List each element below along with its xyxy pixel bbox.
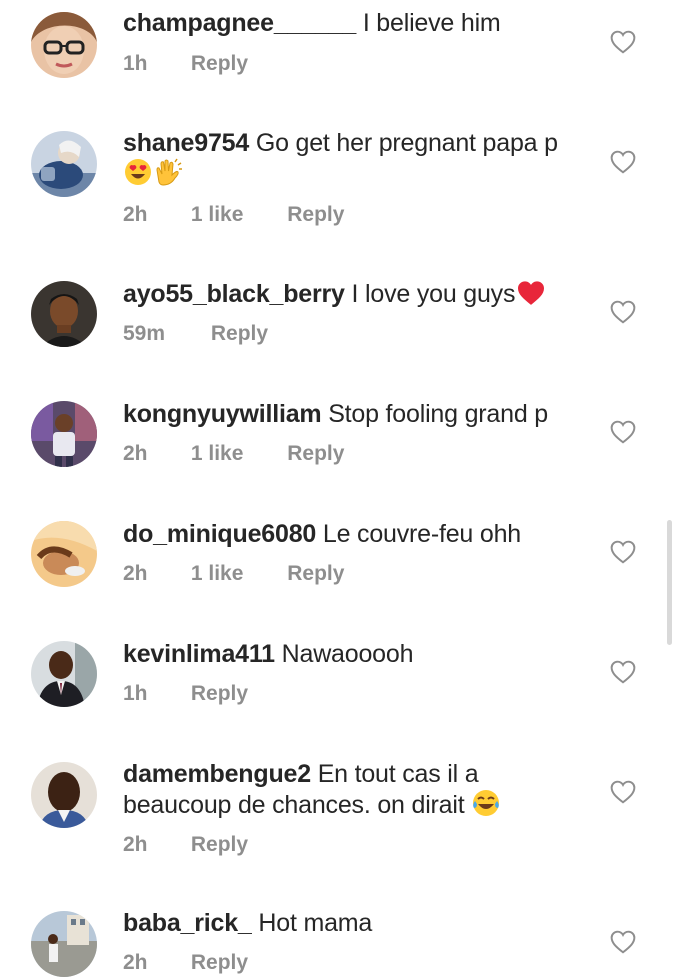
comment-username[interactable]: shane9754 [123,129,249,157]
comment-likes[interactable]: 1 like [191,203,244,227]
reply-button[interactable]: Reply [287,562,344,586]
avatar[interactable] [31,131,97,197]
comment-meta: 59m Reply [123,322,268,346]
heart-outline-icon[interactable] [610,300,636,324]
avatar[interactable] [31,401,97,467]
comment-body: damembengue2 En tout cas il a beaucoup d… [123,760,593,824]
avatar[interactable] [31,641,97,707]
comment-likes[interactable]: 1 like [191,442,244,466]
scrollbar[interactable] [667,520,672,645]
comment-text: Hot mama [258,909,373,937]
comment-time: 2h [123,951,148,974]
reply-button[interactable]: Reply [191,833,248,857]
comment-text: Go get her pregnant papa p [255,129,558,157]
comment-username[interactable]: damembengue2 [123,760,311,788]
comment-time: 1h [123,52,148,75]
comment-time: 2h [123,203,148,226]
red-heart-emoji [516,280,546,313]
heart-outline-icon[interactable] [610,150,636,174]
comment-username[interactable]: ayo55_black_berry [123,280,345,308]
reply-button[interactable]: Reply [287,442,344,466]
heart-outline-icon[interactable] [610,780,636,804]
avatar[interactable] [31,911,97,977]
comment-text: I love you guys [351,280,516,308]
heart-outline-icon[interactable] [610,930,636,954]
reply-button[interactable]: Reply [211,322,268,346]
comment-body: shane9754 Go get her pregnant papa p [123,129,593,193]
comment-username[interactable]: champagnee______ [123,9,356,37]
comment-text: Stop fooling grand p [328,400,548,428]
comment-username[interactable]: do_minique6080 [123,520,316,548]
comment-body: kevinlima411 Nawaooooh [123,640,593,669]
comment-meta: 2h 1 like Reply [123,203,344,227]
comment-time: 2h [123,833,148,856]
comment-meta: 1h Reply [123,52,248,76]
reply-button[interactable]: Reply [191,52,248,76]
reply-button[interactable]: Reply [287,203,344,227]
comment-meta: 2h Reply [123,951,248,975]
comment-meta: 2h 1 like Reply [123,442,344,466]
comment-text: Nawaooooh [281,640,414,668]
heart-outline-icon[interactable] [610,540,636,564]
comment-body: champagnee______ I believe him [123,9,593,38]
comment-body: do_minique6080 Le couvre-feu ohh [123,520,593,549]
heart-outline-icon[interactable] [610,660,636,684]
heart-outline-icon[interactable] [610,30,636,54]
comment-username[interactable]: baba_rick_ [123,909,252,937]
clapping-hands-emoji [153,158,183,193]
comment-meta: 1h Reply [123,682,248,706]
avatar[interactable] [31,281,97,347]
reply-button[interactable]: Reply [191,682,248,706]
comment-time: 2h [123,562,148,585]
heart-outline-icon[interactable] [610,420,636,444]
comment-meta: 2h 1 like Reply [123,562,344,586]
comment-body: baba_rick_ Hot mama [123,909,593,938]
comment-username[interactable]: kongnyuywilliam [123,400,322,428]
comment-time: 59m [123,322,166,345]
avatar[interactable] [31,762,97,828]
comment-likes[interactable]: 1 like [191,562,244,586]
comment-text: Le couvre-feu ohh [322,520,521,548]
comment-username[interactable]: kevinlima411 [123,640,275,668]
comment-time: 2h [123,442,148,465]
avatar[interactable] [31,12,97,78]
heart-eyes-emoji [124,158,152,193]
tears-of-joy-emoji [472,789,500,824]
comment-body: kongnyuywilliam Stop fooling grand p [123,400,593,429]
comment-meta: 2h Reply [123,833,248,857]
comment-text: I believe him [362,9,501,37]
comment-body: ayo55_black_berry I love you guys [123,280,593,313]
reply-button[interactable]: Reply [191,951,248,975]
comment-time: 1h [123,682,148,705]
avatar[interactable] [31,521,97,587]
